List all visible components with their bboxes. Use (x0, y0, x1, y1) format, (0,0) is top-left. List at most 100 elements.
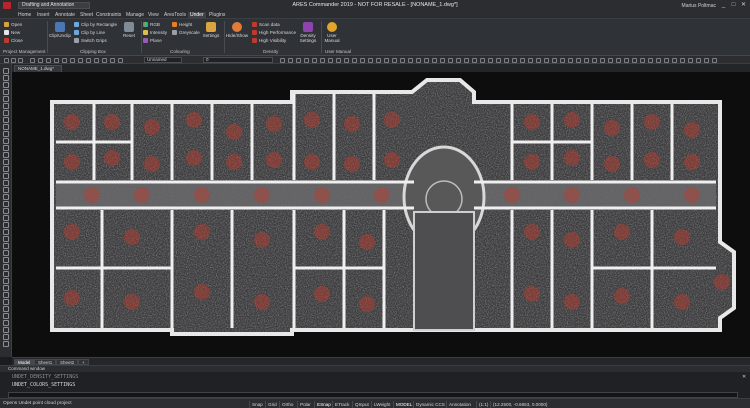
scan-marker[interactable] (684, 122, 700, 138)
scan-marker[interactable] (504, 187, 520, 203)
close-icon[interactable]: ✕ (739, 1, 748, 9)
scan-marker[interactable] (524, 154, 540, 170)
lweight-toggle[interactable]: LWeight (371, 400, 392, 408)
model-toggle[interactable]: MODEL (393, 400, 414, 408)
toolbar-tool-icon[interactable] (456, 57, 461, 63)
scan-marker[interactable] (614, 224, 630, 240)
toolbar-tool-icon[interactable] (504, 57, 509, 63)
toolbar-tool-icon[interactable] (696, 57, 701, 63)
scan-marker[interactable] (624, 187, 640, 203)
toolbar-tool-icon[interactable] (280, 57, 285, 63)
toolbar-tool-icon[interactable] (616, 57, 621, 63)
toolbar-tool-icon[interactable] (608, 57, 613, 63)
layer-icon[interactable] (4, 57, 9, 63)
toolbar-tool-icon[interactable] (496, 57, 501, 63)
height-button[interactable]: Height (172, 22, 192, 27)
toolbar-tool-icon[interactable] (576, 57, 581, 63)
toolbar-tool-icon[interactable] (536, 57, 541, 63)
drawing-tool-icon[interactable] (3, 334, 9, 340)
reset-button[interactable]: Reset (118, 22, 140, 38)
scan-marker[interactable] (124, 229, 140, 245)
maximize-icon[interactable]: □ (729, 1, 738, 9)
toolbar-tool-icon[interactable] (656, 57, 661, 63)
scan-marker[interactable] (684, 154, 700, 170)
toolbar-tool-icon[interactable] (528, 57, 533, 63)
ortho-toggle[interactable]: Ortho (279, 400, 296, 408)
toolbar-tool-icon[interactable] (480, 57, 485, 63)
drawing-tool-icon[interactable] (3, 278, 9, 284)
drawing-canvas[interactable] (12, 72, 750, 357)
rgb-button[interactable]: RGB (143, 22, 160, 27)
scan-marker[interactable] (359, 296, 375, 312)
clip-unclip-button[interactable]: Clip/Unclip (49, 22, 71, 38)
scan-marker[interactable] (144, 156, 160, 172)
drawing-tool-icon[interactable] (3, 159, 9, 165)
close-button[interactable]: Close (4, 38, 23, 43)
drawing-tool-icon[interactable] (3, 320, 9, 326)
toolbar-tool-icon[interactable] (102, 57, 107, 63)
scan-marker[interactable] (104, 114, 120, 130)
toolbar-tool-icon[interactable] (336, 57, 341, 63)
toolbar-tool-icon[interactable] (632, 57, 637, 63)
scan-marker[interactable] (374, 187, 390, 203)
toolbar-tool-icon[interactable] (424, 57, 429, 63)
drawing-tool-icon[interactable] (3, 341, 9, 347)
document-tab[interactable]: NONAME_1.dwg* (14, 65, 62, 72)
menu-home[interactable]: Home (16, 12, 33, 19)
toolbar-tool-icon[interactable] (368, 57, 373, 63)
scan-marker[interactable] (266, 116, 282, 132)
menu-manage[interactable]: Manage (124, 12, 146, 19)
colouring-settings-button[interactable]: Settings (200, 22, 222, 38)
drawing-tool-icon[interactable] (3, 180, 9, 186)
toolbar-tool-icon[interactable] (512, 57, 517, 63)
toolbar-tool-icon[interactable] (78, 57, 83, 63)
toolbar-tool-icon[interactable] (568, 57, 573, 63)
scan-marker[interactable] (64, 224, 80, 240)
toolbar-tool-icon[interactable] (392, 57, 397, 63)
drawing-tool-icon[interactable] (3, 75, 9, 81)
menu-undet[interactable]: Under (188, 11, 206, 19)
scan-marker[interactable] (524, 286, 540, 302)
toolbar-tool-icon[interactable] (472, 57, 477, 63)
hide-show-button[interactable]: Hide/Show (225, 22, 249, 38)
toolbar-tool-icon[interactable] (672, 57, 677, 63)
scan-marker[interactable] (186, 150, 202, 166)
drawing-tool-icon[interactable] (3, 68, 9, 74)
user-manual-button[interactable]: User Manual (321, 22, 343, 43)
toolbar-tool-icon[interactable] (94, 57, 99, 63)
intensity-button[interactable]: Intensity (143, 30, 167, 35)
toolbar-tool-icon[interactable] (688, 57, 693, 63)
scan-marker[interactable] (684, 187, 700, 203)
clip-by-rectangle-button[interactable]: Clip by Rectangle (74, 22, 117, 27)
toolbar-tool-icon[interactable] (30, 57, 35, 63)
toolbar-tool-icon[interactable] (664, 57, 669, 63)
scan-marker[interactable] (144, 119, 160, 135)
toolbar-tool-icon[interactable] (520, 57, 525, 63)
toolbar-tool-icon[interactable] (296, 57, 301, 63)
switch-grips-button[interactable]: Switch Grips (74, 38, 107, 43)
clip-by-line-button[interactable]: Clip by Line (74, 30, 105, 35)
drawing-tool-icon[interactable] (3, 138, 9, 144)
drawing-tool-icon[interactable] (3, 327, 9, 333)
scan-marker[interactable] (314, 224, 330, 240)
scan-data-button[interactable]: Scan data (252, 22, 280, 27)
toolbar-tool-icon[interactable] (704, 57, 709, 63)
scan-marker[interactable] (644, 114, 660, 130)
layer-state-icon[interactable] (11, 57, 16, 63)
grid-toggle[interactable]: Grid (265, 400, 279, 408)
toolbar-tool-icon[interactable] (328, 57, 333, 63)
toolbar-tool-icon[interactable] (624, 57, 629, 63)
drawing-tool-icon[interactable] (3, 124, 9, 130)
scan-marker[interactable] (254, 294, 270, 310)
drawing-tool-icon[interactable] (3, 264, 9, 270)
drawing-tool-icon[interactable] (3, 117, 9, 123)
scan-marker[interactable] (604, 156, 620, 172)
toolbar-tool-icon[interactable] (408, 57, 413, 63)
toolbar-tool-icon[interactable] (584, 57, 589, 63)
drawing-tool-icon[interactable] (3, 229, 9, 235)
scan-marker[interactable] (644, 152, 660, 168)
scan-marker[interactable] (304, 154, 320, 170)
menu-view[interactable]: View (146, 12, 161, 19)
scan-marker[interactable] (226, 154, 242, 170)
drawing-tool-icon[interactable] (3, 208, 9, 214)
